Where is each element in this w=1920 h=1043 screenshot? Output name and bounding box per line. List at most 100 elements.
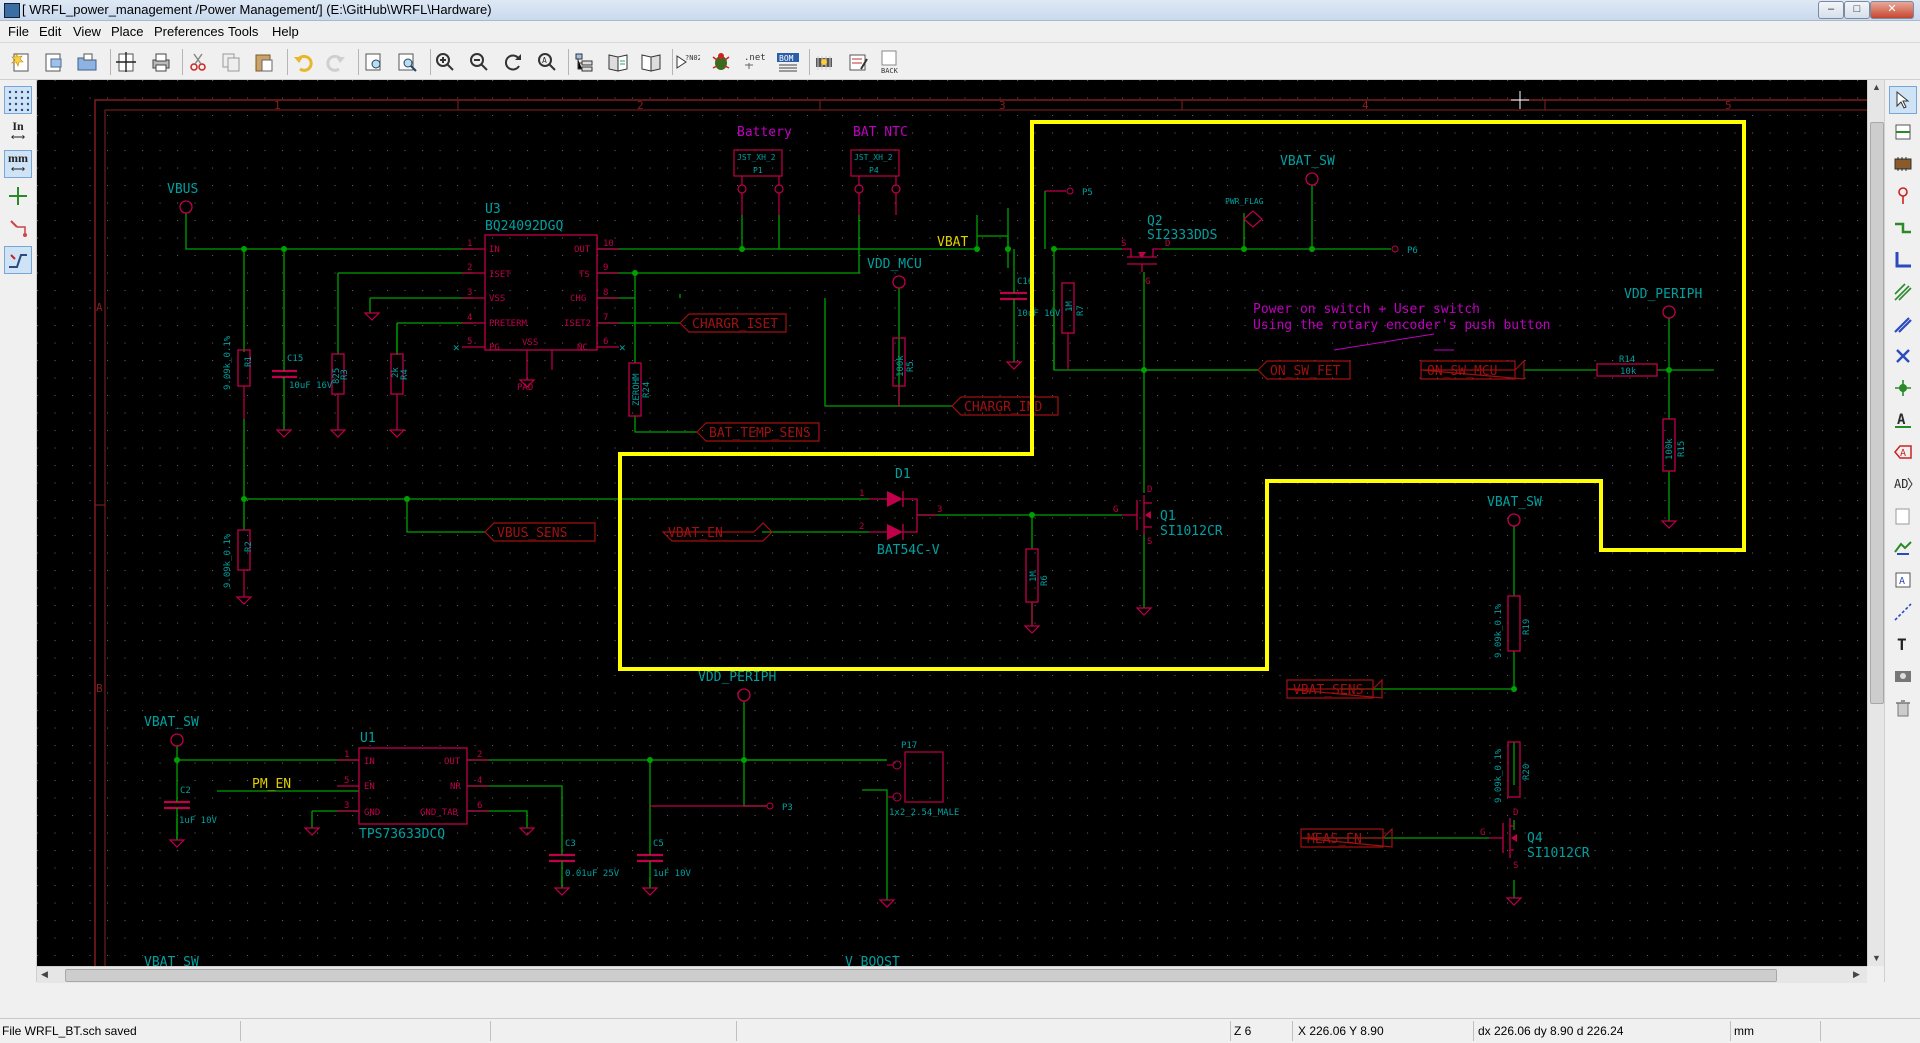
netlist-icon[interactable]: .net bbox=[741, 49, 767, 75]
netlist-label: .net bbox=[744, 53, 766, 63]
find-replace-icon[interactable] bbox=[394, 49, 420, 75]
add-wire-icon[interactable] bbox=[1889, 214, 1917, 242]
add-junction-icon[interactable] bbox=[1889, 374, 1917, 402]
close-button[interactable]: ✕ bbox=[1870, 1, 1914, 19]
message-panel bbox=[0, 983, 1920, 1018]
u3-pin-num: 8 bbox=[603, 288, 608, 298]
pcbnew-icon[interactable] bbox=[845, 49, 871, 75]
u3-pin-name: VSS bbox=[489, 294, 505, 304]
grid-toggle-icon[interactable] bbox=[4, 86, 32, 114]
add-sheet-pin-icon[interactable]: A bbox=[1889, 566, 1917, 594]
add-power-icon[interactable] bbox=[1889, 182, 1917, 210]
redo-icon[interactable] bbox=[323, 49, 349, 75]
print-icon[interactable] bbox=[148, 49, 174, 75]
menu-preferences[interactable]: Preferences bbox=[154, 24, 224, 39]
redraw-icon[interactable] bbox=[500, 49, 526, 75]
schematic-canvas[interactable]: 1 2 3 4 5 A B U3 BQ24092DGQ IN ISET VSS … bbox=[37, 80, 1867, 966]
vbat-net-label: VBAT bbox=[937, 235, 968, 250]
minimize-button[interactable]: – bbox=[1818, 1, 1844, 19]
library-browser-icon[interactable] bbox=[638, 49, 664, 75]
paste-icon[interactable] bbox=[251, 49, 277, 75]
scroll-up-icon[interactable]: ▲ bbox=[1872, 82, 1881, 92]
wire-angle-icon[interactable] bbox=[4, 246, 32, 274]
wire-bus-entry-icon[interactable] bbox=[1889, 278, 1917, 306]
cvpcb-icon[interactable] bbox=[811, 49, 837, 75]
hierarchy-navigator-icon[interactable] bbox=[571, 49, 597, 75]
find-icon[interactable] bbox=[361, 49, 387, 75]
scroll-right-icon[interactable]: ▶ bbox=[1853, 969, 1860, 980]
r15-value: 100k bbox=[1665, 438, 1675, 460]
add-hier-label-icon[interactable]: AD bbox=[1889, 470, 1917, 498]
menu-place[interactable]: Place bbox=[111, 24, 144, 39]
back-icon[interactable]: BACK bbox=[878, 49, 904, 75]
c3-ref: C3 bbox=[565, 839, 576, 849]
cut-icon[interactable] bbox=[185, 49, 211, 75]
open-icon[interactable] bbox=[74, 49, 100, 75]
scroll-left-icon[interactable]: ◀ bbox=[41, 969, 48, 980]
units-inch-label: In bbox=[12, 119, 24, 133]
zoom-out-icon[interactable] bbox=[466, 49, 492, 75]
horizontal-scrollbar[interactable]: ◀ ▶ bbox=[37, 966, 1867, 983]
svg-text:✕: ✕ bbox=[453, 341, 460, 354]
units-mm-button[interactable]: mm ⟷ bbox=[4, 150, 32, 178]
add-graphic-line-icon[interactable] bbox=[1889, 598, 1917, 626]
add-hier-sheet-icon[interactable] bbox=[1889, 502, 1917, 530]
vbus-sens-label: VBUS_SENS bbox=[497, 526, 567, 541]
horizontal-scroll-thumb[interactable] bbox=[65, 969, 1777, 982]
zoom-fit-icon[interactable]: A bbox=[534, 49, 560, 75]
menu-edit[interactable]: Edit bbox=[39, 24, 61, 39]
u3-pin-num: 10 bbox=[603, 239, 614, 249]
r7-ref: R7 bbox=[1076, 305, 1086, 316]
u3-pin-num: 7 bbox=[603, 313, 608, 323]
zoom-in-icon[interactable] bbox=[432, 49, 458, 75]
page-settings-icon[interactable] bbox=[113, 49, 139, 75]
highlight-net-icon[interactable] bbox=[1889, 118, 1917, 146]
vdd-periph-power-label: VDD_PERIPH bbox=[1624, 287, 1702, 302]
add-component-icon[interactable] bbox=[1889, 150, 1917, 178]
bom-icon[interactable]: BOM bbox=[775, 49, 801, 75]
add-bus-icon[interactable] bbox=[1889, 246, 1917, 274]
q4-value: SI1012CR bbox=[1527, 846, 1590, 861]
schematic-drawing: 1 2 3 4 5 A B U3 BQ24092DGQ IN ISET VSS … bbox=[37, 80, 1867, 966]
menu-tools[interactable]: Tools bbox=[228, 24, 258, 39]
u3-pin-num: 1 bbox=[467, 239, 472, 249]
library-editor-icon[interactable] bbox=[605, 49, 631, 75]
erc-icon[interactable] bbox=[708, 49, 734, 75]
delete-item-icon[interactable] bbox=[1889, 694, 1917, 722]
vdd-periph-power-label: VDD_PERIPH bbox=[698, 670, 776, 685]
p5-label: P5 bbox=[1082, 188, 1093, 198]
import-sheet-pin-icon[interactable] bbox=[1889, 534, 1917, 562]
add-image-icon[interactable] bbox=[1889, 662, 1917, 690]
menu-file[interactable]: File bbox=[8, 24, 29, 39]
menu-view[interactable]: View bbox=[73, 24, 101, 39]
u3-value: BQ24092DGQ bbox=[485, 219, 563, 234]
copy-icon[interactable] bbox=[218, 49, 244, 75]
annotate-icon[interactable]: ?N02 bbox=[674, 49, 700, 75]
status-coordinates: X 226.06 Y 8.90 bbox=[1298, 1024, 1384, 1038]
units-inch-button[interactable]: In ⟷ bbox=[4, 118, 32, 146]
scroll-down-icon[interactable]: ▼ bbox=[1872, 953, 1881, 963]
vbat-sw-power-label: VBAT_SW bbox=[1280, 154, 1335, 169]
maximize-button[interactable]: □ bbox=[1844, 1, 1870, 19]
menu-help[interactable]: Help bbox=[272, 24, 299, 39]
add-label-icon[interactable]: A bbox=[1889, 406, 1917, 434]
add-text-icon[interactable]: T bbox=[1889, 630, 1917, 658]
vertical-scrollbar[interactable]: ▲ ▼ bbox=[1867, 80, 1885, 966]
sheet-hierarchy-icon[interactable] bbox=[41, 49, 67, 75]
q1-value: SI1012CR bbox=[1160, 524, 1223, 539]
c15-ref: C15 bbox=[287, 354, 303, 364]
bus-bus-entry-icon[interactable] bbox=[1889, 310, 1917, 338]
u3-pin-name: CHG bbox=[570, 294, 586, 304]
p17-ref: P17 bbox=[901, 741, 917, 751]
u3-pin-name: IN bbox=[489, 245, 500, 255]
select-arrow-icon[interactable] bbox=[1889, 86, 1917, 114]
undo-icon[interactable] bbox=[290, 49, 316, 75]
chargr-iset-label: CHARGR_ISET bbox=[692, 317, 778, 332]
new-sheet-icon[interactable] bbox=[8, 49, 34, 75]
add-global-label-icon[interactable]: A bbox=[1889, 438, 1917, 466]
cursor-shape-icon[interactable] bbox=[4, 182, 32, 210]
svg-text:A: A bbox=[1899, 576, 1905, 587]
no-connect-icon[interactable] bbox=[1889, 342, 1917, 370]
vertical-scroll-thumb[interactable] bbox=[1870, 122, 1884, 704]
hidden-pins-icon[interactable] bbox=[4, 214, 32, 242]
